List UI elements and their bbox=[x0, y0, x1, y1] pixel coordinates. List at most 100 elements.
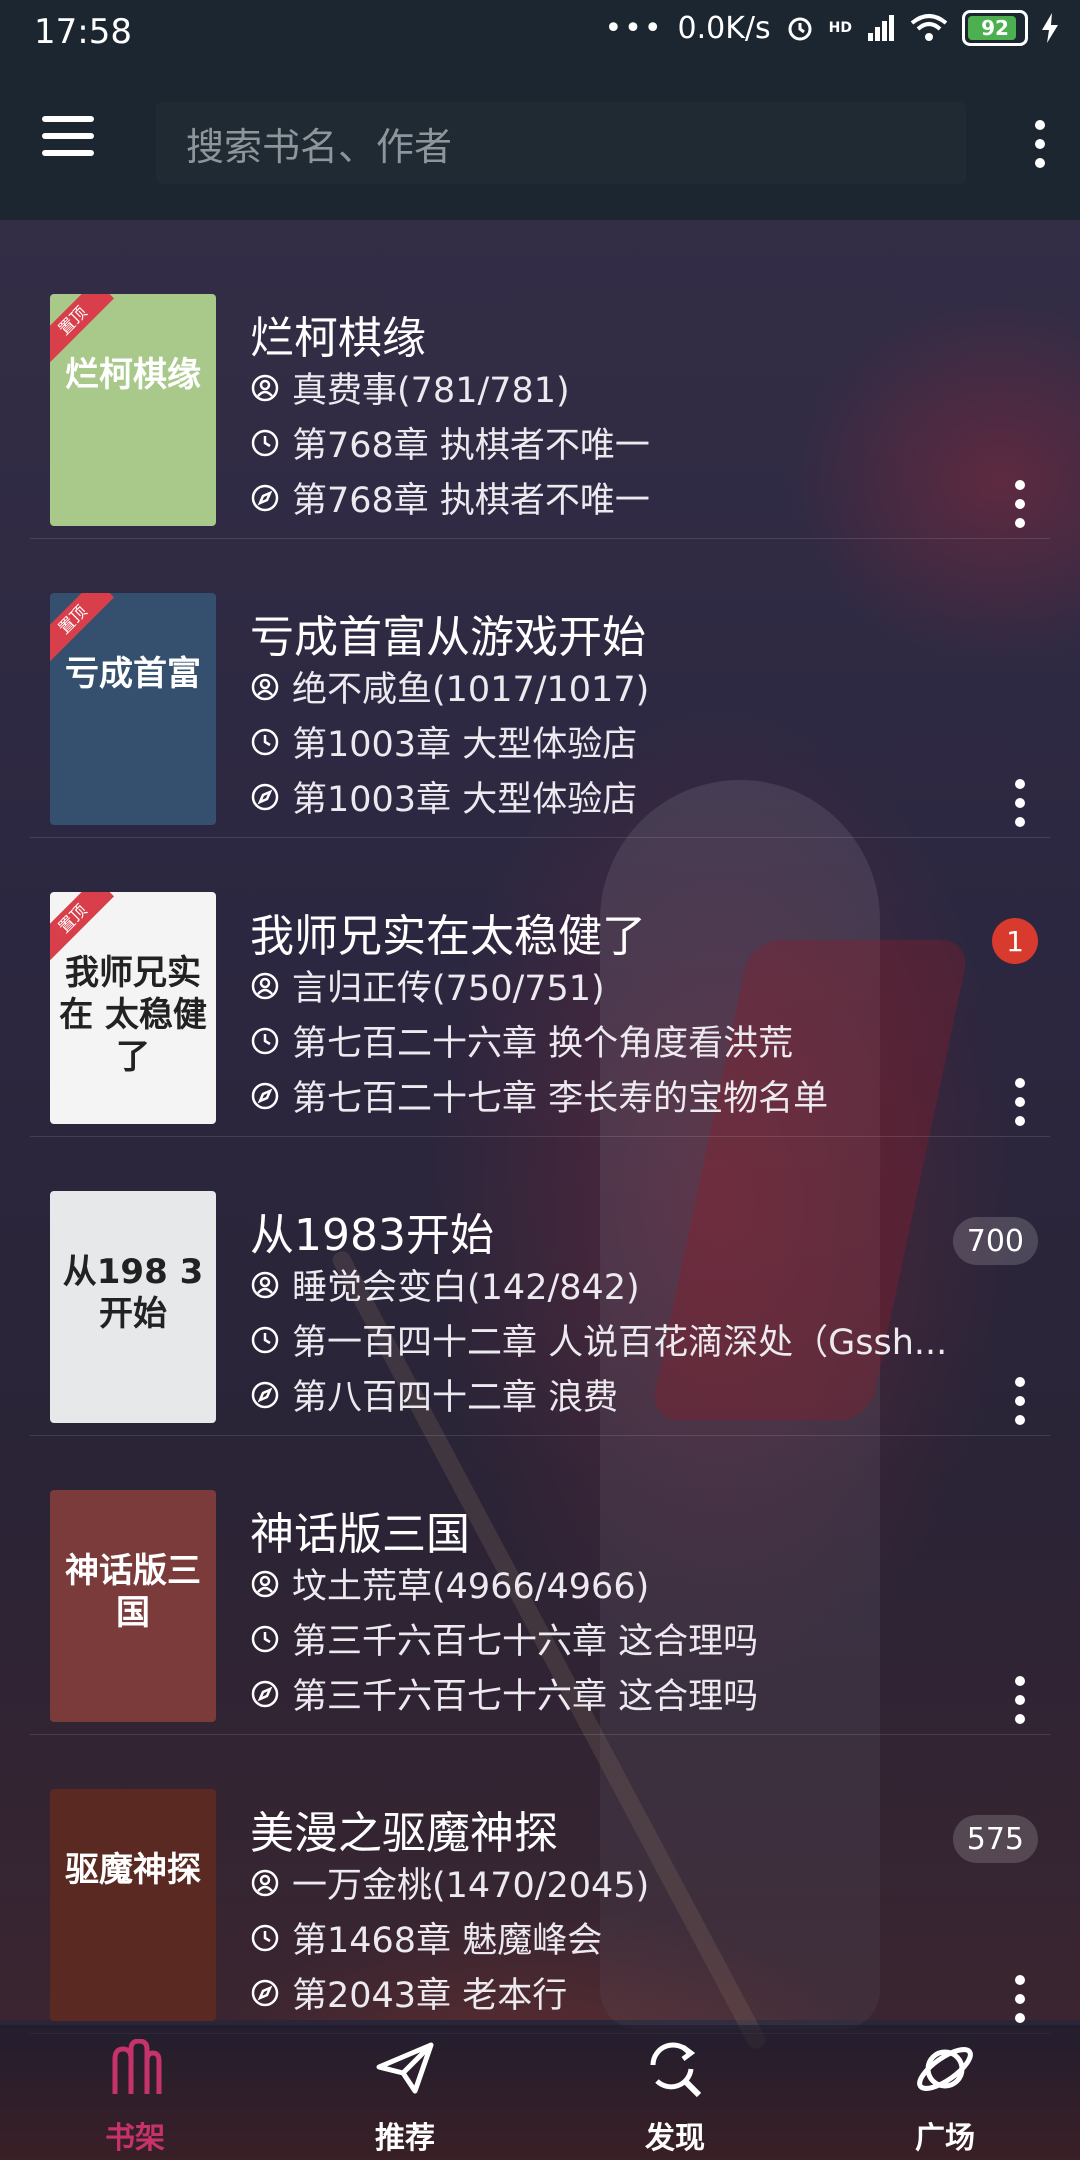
search-placeholder: 搜索书名、作者 bbox=[186, 124, 453, 169]
hamburger-menu-icon[interactable] bbox=[42, 116, 102, 170]
book-author: 真费事(781/781) bbox=[292, 371, 570, 411]
book-read-chapter: 第七百二十六章 换个角度看洪荒 bbox=[292, 1024, 794, 1064]
book-cover-title: 驱魔神探 bbox=[65, 1850, 201, 1890]
book-latest-row: 第八百四十二章 浪费 bbox=[250, 1369, 618, 1420]
book-cover[interactable]: 驱魔神探 bbox=[50, 1789, 216, 2021]
book-latest-chapter: 第768章 执棋者不唯一 bbox=[292, 481, 650, 521]
clock-icon bbox=[251, 1027, 279, 1054]
pinned-ribbon: 置顶 bbox=[50, 892, 115, 961]
book-read-row: 第768章 执棋者不唯一 bbox=[250, 417, 650, 468]
book-cover-title: 从198 3开始 bbox=[62, 1252, 204, 1334]
author-icon bbox=[251, 1271, 279, 1298]
book-more-options-icon[interactable] bbox=[1010, 1377, 1030, 1425]
book-latest-chapter: 第八百四十二章 浪费 bbox=[292, 1378, 619, 1418]
book-author: 言归正传(750/751) bbox=[292, 969, 605, 1009]
book-cover[interactable]: 我师兄实在 太稳健了 置顶 bbox=[50, 892, 216, 1124]
book-author-row: 绝不咸鱼(1017/1017) bbox=[250, 661, 649, 712]
cellular-signal-icon bbox=[868, 15, 894, 41]
book-read-row: 第三千六百七十六章 这合理吗 bbox=[250, 1613, 758, 1664]
book-more-options-icon[interactable] bbox=[1010, 779, 1030, 827]
book-read-chapter: 第1468章 魅魔峰会 bbox=[292, 1921, 603, 1961]
compass-icon bbox=[251, 1979, 279, 2006]
book-latest-row: 第2043章 老本行 bbox=[250, 1967, 567, 2018]
unread-count-badge: 575 bbox=[952, 1815, 1038, 1863]
book-list-item[interactable]: 烂柯棋缘 置顶 烂柯棋缘 真费事(781/781) 第768章 执棋者不唯一 第768章 … bbox=[0, 240, 1080, 539]
book-latest-chapter: 第2043章 老本行 bbox=[292, 1976, 568, 2016]
book-list-item[interactable]: 我师兄实在 太稳健了 置顶 我师兄实在太稳健了 言归正传(750/751) 第七百二十六… bbox=[0, 838, 1080, 1137]
book-cover-title: 神话版三国 bbox=[65, 1551, 201, 1633]
compass-icon bbox=[251, 1680, 279, 1707]
book-author-row: 坟土荒草(4966/4966) bbox=[250, 1558, 649, 1609]
nav-tab-发现[interactable]: 发现 bbox=[540, 2025, 810, 2160]
book-latest-row: 第三千六百七十六章 这合理吗 bbox=[250, 1668, 758, 1719]
book-more-options-icon[interactable] bbox=[1010, 1676, 1030, 1724]
nav-tab-广场[interactable]: 广场 bbox=[810, 2025, 1080, 2160]
book-title: 烂柯棋缘 bbox=[250, 313, 426, 364]
book-more-options-icon[interactable] bbox=[1010, 480, 1030, 528]
book-cover[interactable]: 亏成首富 置顶 bbox=[50, 593, 216, 825]
clock-icon bbox=[251, 1924, 279, 1951]
charging-icon bbox=[1042, 13, 1058, 43]
book-read-chapter: 第一百四十二章 人说百花滴深处（Gssh... bbox=[292, 1323, 948, 1363]
book-list-item[interactable]: 驱魔神探 美漫之驱魔神探 一万金桃(1470/2045) 第1468章 魅魔峰会 第20… bbox=[0, 1735, 1080, 2034]
book-more-options-icon[interactable] bbox=[1010, 1975, 1030, 2023]
book-read-chapter: 第三千六百七十六章 这合理吗 bbox=[292, 1622, 759, 1662]
book-title: 从1983开始 bbox=[250, 1210, 494, 1261]
battery-icon: 92 bbox=[962, 10, 1028, 46]
book-cover-title: 亏成首富 bbox=[65, 654, 201, 694]
unread-count-badge: 1 bbox=[992, 918, 1038, 964]
book-list-item[interactable]: 从198 3开始 从1983开始睡觉会变白(142/842) 第一百四十二章 人说百… bbox=[0, 1137, 1080, 1436]
search-bar[interactable]: 搜索书名、作者 bbox=[156, 102, 966, 184]
book-latest-chapter: 第七百二十七章 李长寿的宝物名单 bbox=[292, 1079, 829, 1119]
book-title: 亏成首富从游戏开始 bbox=[250, 612, 646, 663]
book-title: 美漫之驱魔神探 bbox=[250, 1808, 558, 1859]
pinned-ribbon: 置顶 bbox=[50, 294, 115, 363]
book-read-chapter: 第1003章 大型体验店 bbox=[292, 725, 638, 765]
author-icon bbox=[251, 673, 279, 700]
nav-tab-书架[interactable]: 书架 bbox=[0, 2025, 270, 2160]
network-speed: 0.0K/s bbox=[677, 10, 771, 46]
book-title: 神话版三国 bbox=[250, 1509, 470, 1560]
book-title: 我师兄实在太稳健了 bbox=[250, 911, 646, 962]
nav-tab-label: 推荐 bbox=[375, 2121, 435, 2156]
book-cover-title: 烂柯棋缘 bbox=[65, 355, 201, 395]
clock-icon bbox=[251, 728, 279, 755]
alarm-icon bbox=[788, 17, 812, 41]
nav-tab-label: 广场 bbox=[915, 2121, 975, 2156]
book-cover[interactable]: 神话版三国 bbox=[50, 1490, 216, 1722]
book-list-item[interactable]: 神话版三国 神话版三国 坟土荒草(4966/4966) 第三千六百七十六章 这合理吗第… bbox=[0, 1436, 1080, 1735]
author-icon bbox=[251, 374, 279, 401]
book-read-row: 第七百二十六章 换个角度看洪荒 bbox=[250, 1015, 793, 1066]
book-cover[interactable]: 烂柯棋缘 置顶 bbox=[50, 294, 216, 526]
book-list-item[interactable]: 亏成首富 置顶 亏成首富从游戏开始 绝不咸鱼(1017/1017) 第1003章 大型体… bbox=[0, 539, 1080, 838]
compass-icon bbox=[251, 1381, 279, 1408]
book-author: 绝不咸鱼(1017/1017) bbox=[292, 670, 650, 710]
book-read-row: 第1468章 魅魔峰会 bbox=[250, 1912, 602, 1963]
unread-count-badge: 700 bbox=[952, 1217, 1038, 1265]
signal-hd-label: HD bbox=[828, 20, 852, 36]
book-latest-chapter: 第1003章 大型体验店 bbox=[292, 780, 638, 820]
book-more-options-icon[interactable] bbox=[1010, 1078, 1030, 1126]
status-time: 17:58 bbox=[34, 12, 132, 52]
book-author: 坟土荒草(4966/4966) bbox=[292, 1567, 650, 1607]
author-icon bbox=[251, 1869, 279, 1896]
compass-icon bbox=[251, 484, 279, 511]
book-author: 睡觉会变白(142/842) bbox=[292, 1268, 640, 1308]
book-author-row: 真费事(781/781) bbox=[250, 362, 570, 413]
book-latest-row: 第1003章 大型体验店 bbox=[250, 771, 637, 822]
nav-tab-label: 发现 bbox=[645, 2121, 705, 2156]
compass-icon bbox=[251, 1082, 279, 1109]
book-cover-title: 我师兄实在 太稳健了 bbox=[59, 953, 207, 1077]
author-icon bbox=[251, 972, 279, 999]
clock-icon bbox=[251, 429, 279, 456]
clock-icon bbox=[251, 1625, 279, 1652]
pinned-ribbon: 置顶 bbox=[50, 593, 115, 662]
battery-level: 92 bbox=[981, 16, 1009, 40]
book-read-row: 第一百四十二章 人说百花滴深处（Gssh... bbox=[250, 1314, 947, 1365]
compass-icon bbox=[251, 783, 279, 810]
book-latest-chapter: 第三千六百七十六章 这合理吗 bbox=[292, 1677, 759, 1717]
book-cover[interactable]: 从198 3开始 bbox=[50, 1191, 216, 1423]
more-options-icon[interactable] bbox=[1030, 120, 1050, 168]
wifi-icon bbox=[910, 14, 948, 41]
nav-tab-推荐[interactable]: 推荐 bbox=[270, 2025, 540, 2160]
